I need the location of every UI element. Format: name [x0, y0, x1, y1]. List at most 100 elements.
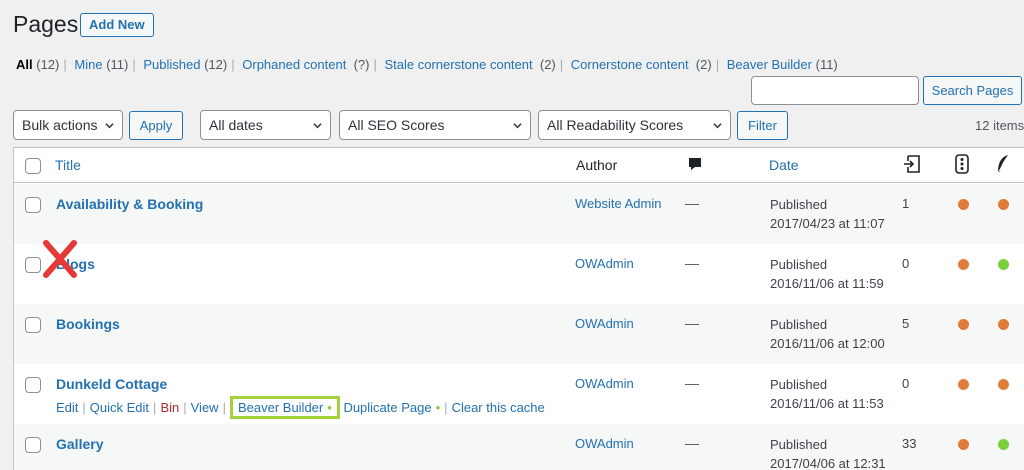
row-checkbox[interactable]: [25, 197, 41, 213]
author-link[interactable]: OWAdmin: [575, 316, 634, 331]
view-label[interactable]: Published: [143, 57, 200, 72]
page-title-link[interactable]: Dunkeld Cottage: [56, 376, 167, 392]
date-column-header[interactable]: Date: [769, 157, 799, 173]
date-text: 2017/04/06 at 12:31: [770, 456, 886, 470]
view-label[interactable]: Orphaned content: [242, 57, 346, 72]
view-label[interactable]: Mine: [74, 57, 102, 72]
row-checkbox[interactable]: [25, 317, 41, 333]
view-label[interactable]: Cornerstone content: [571, 57, 689, 72]
readability-scores-select[interactable]: All Readability Scores: [538, 110, 731, 140]
duplicate-page-action[interactable]: Duplicate Page: [343, 400, 431, 415]
view-mine[interactable]: Mine (11): [74, 57, 128, 72]
comments-count: —: [685, 435, 699, 451]
table-row: Gallery OWAdmin — Published 2017/04/06 at…: [14, 424, 1024, 470]
comments-count: —: [685, 375, 699, 391]
table-row: Blogs OWAdmin — Published 2016/11/06 at 1…: [14, 244, 1024, 304]
view-label[interactable]: Beaver Builder: [727, 57, 812, 72]
date-cell: Published 2016/11/06 at 12:00: [770, 315, 885, 353]
view-stale-cornerstone[interactable]: Stale cornerstone content (2): [384, 57, 555, 72]
incoming-links-count: 33: [902, 436, 917, 451]
separator: |: [183, 400, 187, 415]
table-row: Availability & Booking Website Admin — P…: [14, 184, 1024, 244]
view-filters: All (12) | Mine (11) | Published (12) | Orp…: [16, 57, 838, 72]
view-published[interactable]: Published (12): [143, 57, 227, 72]
view-orphaned[interactable]: Orphaned content (?): [242, 57, 369, 72]
author-link[interactable]: OWAdmin: [575, 436, 634, 451]
comment-icon: [688, 157, 702, 176]
author-column-header: Author: [576, 157, 618, 173]
status-text: Published: [770, 257, 828, 272]
separator: |: [222, 400, 226, 415]
pages-table: Title Author Date Availability & Booking…: [13, 147, 1024, 470]
comments-count: —: [685, 315, 699, 331]
status-text: Published: [770, 197, 828, 212]
readability-score-dot: [998, 439, 1009, 450]
view-count: (?): [353, 57, 370, 72]
select-value: All SEO Scores: [348, 117, 445, 133]
status-text: Published: [770, 317, 828, 332]
title-column-header[interactable]: Title: [55, 157, 81, 173]
view-count: (12): [36, 57, 60, 72]
seo-scores-select[interactable]: All SEO Scores: [339, 110, 531, 140]
status-dot-icon: •: [327, 400, 332, 415]
date-cell: Published 2017/04/06 at 12:31: [770, 435, 886, 470]
date-text: 2016/11/06 at 11:59: [770, 276, 884, 291]
beaver-builder-action[interactable]: Beaver Builder: [238, 400, 323, 415]
seo-score-dot: [958, 319, 969, 330]
bin-action[interactable]: Bin: [160, 400, 179, 415]
bulk-actions-select[interactable]: Bulk actions: [13, 110, 123, 140]
view-count: (12): [204, 57, 228, 72]
edit-action[interactable]: Edit: [56, 400, 78, 415]
separator: |: [559, 57, 564, 72]
search-input[interactable]: [751, 76, 919, 105]
view-label[interactable]: Stale cornerstone content: [384, 57, 532, 72]
apply-button[interactable]: Apply: [129, 111, 183, 140]
separator: |: [231, 57, 235, 72]
row-checkbox[interactable]: [25, 377, 41, 393]
dates-select[interactable]: All dates: [200, 110, 331, 140]
view-beaver-builder[interactable]: Beaver Builder (11): [727, 57, 838, 72]
chevron-down-icon: [513, 123, 522, 129]
readability-score-dot: [998, 199, 1009, 210]
seo-score-dot: [958, 439, 969, 450]
search-pages-button[interactable]: Search Pages: [923, 76, 1022, 105]
date-text: 2017/04/23 at 11:07: [770, 216, 885, 231]
page-title-link[interactable]: Availability & Booking: [56, 196, 203, 212]
author-link[interactable]: OWAdmin: [575, 376, 634, 391]
incoming-links-count: 5: [902, 316, 910, 331]
table-header: Title Author Date: [14, 148, 1024, 183]
quick-edit-action[interactable]: Quick Edit: [90, 400, 149, 415]
page-title-link[interactable]: Bookings: [56, 316, 120, 332]
date-cell: Published 2017/04/23 at 11:07: [770, 195, 885, 233]
author-link[interactable]: Website Admin: [575, 196, 661, 211]
incoming-links-icon: [902, 154, 922, 179]
page-title-link[interactable]: Gallery: [56, 436, 103, 452]
filter-button[interactable]: Filter: [737, 111, 788, 140]
view-all[interactable]: All (12): [16, 57, 59, 72]
view-action[interactable]: View: [191, 400, 219, 415]
view-count: (2): [695, 57, 712, 72]
view-label: All: [16, 57, 33, 72]
view-cornerstone[interactable]: Cornerstone content (2): [571, 57, 712, 72]
select-all-checkbox[interactable]: [25, 158, 41, 174]
beaver-builder-highlight: Beaver Builder •: [229, 396, 340, 419]
readability-score-dot: [998, 319, 1009, 330]
add-new-button[interactable]: Add New: [80, 13, 154, 37]
clear-cache-action[interactable]: Clear this cache: [452, 400, 545, 415]
separator: |: [153, 400, 157, 415]
separator: |: [63, 57, 67, 72]
row-checkbox[interactable]: [25, 437, 41, 453]
incoming-links-count: 1: [902, 196, 910, 211]
readability-feather-icon: [996, 154, 1010, 179]
separator: |: [132, 57, 136, 72]
readability-score-dot: [998, 259, 1009, 270]
incoming-links-count: 0: [902, 256, 910, 271]
separator: |: [715, 57, 720, 72]
table-row: Dunkeld Cottage Edit | Quick Edit | Bin | View…: [14, 364, 1024, 424]
select-value: All Readability Scores: [547, 117, 684, 133]
seo-score-dot: [958, 259, 969, 270]
table-row: Bookings OWAdmin — Published 2016/11/06 a…: [14, 304, 1024, 364]
items-count: 12 items: [975, 118, 1024, 133]
author-link[interactable]: OWAdmin: [575, 256, 634, 271]
page-title: Pages: [13, 11, 79, 37]
